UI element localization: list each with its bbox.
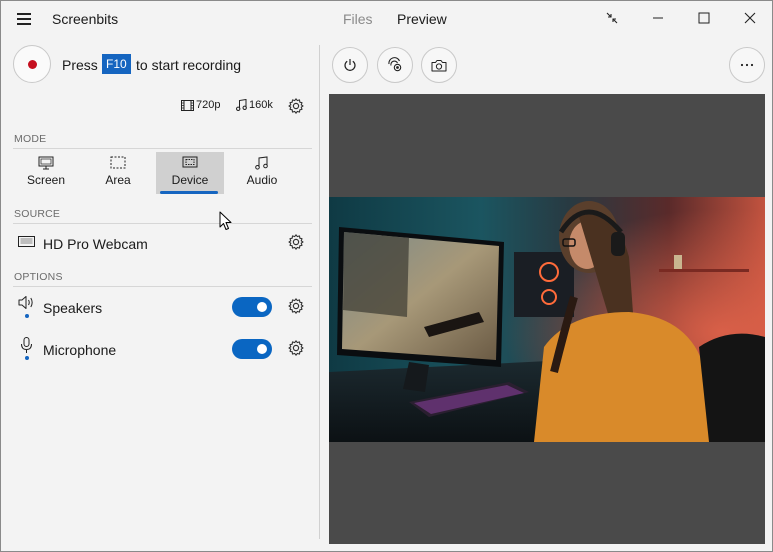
- audio-note-icon: [255, 156, 268, 170]
- hamburger-menu-icon[interactable]: [11, 9, 39, 29]
- mode-device-label: Device: [171, 173, 209, 187]
- film-icon: [181, 99, 194, 111]
- microphone-settings-gear-icon[interactable]: [287, 339, 305, 357]
- settings-panel: Press F10 to start recording 720p 160k M…: [1, 37, 319, 551]
- press-label: Press: [62, 57, 98, 73]
- mode-screen-label: Screen: [26, 173, 66, 187]
- mode-section-label: MODE: [14, 133, 47, 145]
- close-icon: [744, 12, 756, 24]
- webcam-overlay-icon: [388, 57, 402, 72]
- more-dots-icon: [740, 63, 754, 67]
- compact-overlay-button[interactable]: [589, 1, 635, 35]
- speakers-active-indicator: [25, 314, 29, 318]
- mouse-cursor-icon: [219, 211, 232, 230]
- minimize-button[interactable]: [635, 1, 681, 35]
- speaker-icon: [18, 296, 33, 309]
- hotkey-badge: F10: [102, 54, 131, 74]
- audio-quality[interactable]: 160k: [236, 99, 273, 111]
- source-device-name[interactable]: HD Pro Webcam: [43, 236, 148, 252]
- speakers-label: Speakers: [43, 300, 103, 316]
- mode-audio-button[interactable]: Audio: [228, 152, 296, 194]
- video-quality[interactable]: 720p: [181, 99, 220, 111]
- toggle-knob: [257, 344, 267, 354]
- webcam-overlay-button[interactable]: [377, 47, 413, 83]
- title-bar: Screenbits Files Preview: [1, 1, 772, 37]
- close-button[interactable]: [727, 1, 773, 35]
- mode-audio-label: Audio: [246, 173, 278, 187]
- source-divider: [13, 223, 312, 224]
- record-dot-icon: [28, 60, 37, 69]
- app-title: Screenbits: [52, 11, 119, 27]
- speakers-settings-gear-icon[interactable]: [287, 297, 305, 315]
- webcam-preview-image: [329, 197, 765, 442]
- quality-settings-gear-icon[interactable]: [287, 97, 305, 115]
- area-icon: [110, 156, 126, 169]
- mode-area-label: Area: [105, 173, 131, 187]
- preview-area: [329, 94, 765, 544]
- audio-quality-value: 160k: [249, 99, 273, 111]
- options-divider: [13, 286, 312, 287]
- app-window: Screenbits Files Preview Press F10 to st…: [0, 0, 773, 552]
- device-icon: [182, 156, 198, 168]
- screen-icon: [38, 156, 54, 170]
- camera-icon: [431, 59, 447, 71]
- nav-tab-preview[interactable]: Preview: [397, 11, 447, 27]
- pane-separator[interactable]: [319, 45, 320, 539]
- source-settings-gear-icon[interactable]: [287, 233, 305, 251]
- options-section-label: OPTIONS: [14, 271, 63, 283]
- speakers-toggle[interactable]: [232, 297, 272, 317]
- maximize-button[interactable]: [681, 1, 727, 35]
- mode-device-button[interactable]: Device: [156, 152, 224, 194]
- mode-screen-button[interactable]: Screen: [12, 152, 80, 194]
- microphone-active-indicator: [25, 356, 29, 360]
- microphone-toggle[interactable]: [232, 339, 272, 359]
- toggle-knob: [257, 302, 267, 312]
- mode-area-button[interactable]: Area: [84, 152, 152, 194]
- microphone-icon: [21, 337, 32, 353]
- collapse-arrows-icon: [606, 12, 618, 24]
- start-recording-label: to start recording: [136, 57, 242, 73]
- record-button[interactable]: [13, 45, 51, 83]
- music-note-icon: [236, 99, 247, 111]
- minimize-icon: [653, 17, 663, 19]
- mode-divider: [13, 148, 312, 149]
- mode-selected-indicator: [160, 191, 218, 194]
- power-button[interactable]: [332, 47, 368, 83]
- nav-tab-files[interactable]: Files: [343, 11, 373, 27]
- screenshot-button[interactable]: [421, 47, 457, 83]
- webcam-device-icon: [18, 236, 35, 247]
- video-quality-value: 720p: [196, 99, 221, 111]
- power-icon: [344, 59, 356, 71]
- source-section-label: SOURCE: [14, 208, 61, 220]
- more-options-button[interactable]: [729, 47, 765, 83]
- maximize-icon: [698, 12, 710, 24]
- microphone-label: Microphone: [43, 342, 117, 358]
